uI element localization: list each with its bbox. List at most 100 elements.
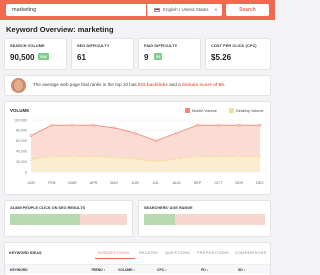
x-tick-label: MAR xyxy=(68,181,77,185)
sort-icon: ▾ xyxy=(103,268,106,272)
legend-desktop: Desktop Volume xyxy=(229,108,264,113)
tab-suggestions[interactable]: SUGGESTIONS xyxy=(98,251,129,255)
mobile-volume-point xyxy=(175,131,179,135)
column-pd[interactable]: PD▾ xyxy=(201,268,208,272)
y-tick-label: 100,000 xyxy=(14,118,27,122)
mobile-volume-point xyxy=(29,134,33,137)
column-keyword[interactable]: KEYWORD xyxy=(10,268,28,272)
mobile-volume-point xyxy=(71,123,74,127)
desktop-volume-point xyxy=(175,157,179,161)
seo-clicks-title: 24,889 PEOPLE CLICK ON SEO RESULTS xyxy=(10,206,86,210)
x-tick-label: SEP xyxy=(194,181,202,185)
metric-value: 90,500 xyxy=(10,53,35,62)
seo-clicks-fill xyxy=(10,214,81,225)
metric-value: 9 xyxy=(144,53,149,62)
keyword-overview-page: marketing English / United States ▼ Sear… xyxy=(0,0,275,275)
locale-select[interactable]: English / United States ▼ xyxy=(147,4,222,16)
keyword-ideas-card: KEYWORD IDEAS SUGGESTIONS RELATED QUESTI… xyxy=(4,242,271,275)
search-volume-card: SEARCH VOLUME 90,500 $$$ xyxy=(4,38,67,70)
volume-chart: 100,000 80,000 60,000 40,000 20,000 0 JAN FEB MA… xyxy=(14,118,264,185)
desktop-volume-point xyxy=(217,155,220,158)
column-cpc[interactable]: CPC▾ xyxy=(157,268,167,272)
metric-label: COST PER CLICK (CPC) xyxy=(211,44,257,48)
ranking-insight-banner: The average web page that ranks in the t… xyxy=(4,75,271,96)
desktop-volume-point xyxy=(71,155,74,158)
metric-value: 61 xyxy=(77,53,86,62)
sort-icon: ▾ xyxy=(133,268,136,272)
y-tick-label: 0 xyxy=(25,170,27,174)
volume-chart-card: VOLUME Mobile Volume Desktop Volume 100,… xyxy=(4,101,271,195)
x-tick-label: DEC xyxy=(256,181,264,185)
avatar xyxy=(11,78,26,93)
x-tick-label: MAY xyxy=(110,181,118,185)
x-tick-label: JAN xyxy=(27,181,34,185)
backlinks-highlight: 815 backlinks xyxy=(137,82,168,87)
sort-icon: ▾ xyxy=(243,268,246,272)
seo-difficulty-card: SEO DIFFICULTY 61 xyxy=(71,38,134,70)
age-range-bar xyxy=(144,214,265,225)
age-range-card: SEARCHERS' AGE RANGE xyxy=(138,200,271,237)
mobile-volume-point xyxy=(92,123,95,127)
chevron-down-icon: ▼ xyxy=(214,7,218,12)
search-input[interactable]: marketing xyxy=(6,4,146,16)
mobile-volume-point xyxy=(217,123,220,127)
tab-comparisons[interactable]: COMPARISONS xyxy=(235,251,267,255)
desktop-volume-point xyxy=(258,155,262,158)
mobile-volume-point xyxy=(196,123,199,127)
page-title: Keyword Overview: marketing xyxy=(6,25,114,34)
us-flag-icon xyxy=(154,7,160,12)
y-tick-label: 60,000 xyxy=(16,139,27,143)
cost-tag: $$ xyxy=(154,53,163,60)
search-bar: marketing English / United States ▼ Sear… xyxy=(0,0,275,20)
x-tick-label: AUG xyxy=(173,181,181,185)
x-tick-label: APR xyxy=(90,181,98,185)
desktop-volume-point xyxy=(154,160,158,163)
mobile-volume-point xyxy=(154,139,158,143)
x-tick-label: NOV xyxy=(235,181,244,185)
column-sd[interactable]: SD▾ xyxy=(238,268,245,272)
y-tick-label: 80,000 xyxy=(16,129,27,133)
keyword-ideas-title: KEYWORD IDEAS xyxy=(9,251,42,255)
desktop-swatch xyxy=(229,108,234,113)
x-tick-label: FEB xyxy=(48,181,56,185)
desktop-volume-point xyxy=(112,156,116,159)
x-tick-label: JUL xyxy=(153,181,160,185)
desktop-volume-point xyxy=(92,155,95,158)
cpc-card: COST PER CLICK (CPC) $5.26 xyxy=(205,38,271,70)
locale-label: English / United States xyxy=(163,7,209,12)
mobile-volume-point xyxy=(258,123,262,127)
age-range-title: SEARCHERS' AGE RANGE xyxy=(144,206,193,210)
metric-label: SEO DIFFICULTY xyxy=(77,44,110,48)
desktop-volume-point xyxy=(29,158,33,161)
mobile-volume-point xyxy=(50,123,54,127)
cost-tag: $$$ xyxy=(38,53,49,60)
insight-text: The average web page that ranks in the t… xyxy=(33,82,226,87)
y-tick-label: 40,000 xyxy=(16,150,27,154)
table-header: KEYWORD TREND▾ VOLUME▾ CPC▾ PD▾ SD▾ xyxy=(5,264,270,274)
metric-label: PAID DIFFICULTY xyxy=(144,44,178,48)
desktop-volume-point xyxy=(133,157,137,161)
column-trend[interactable]: TREND▾ xyxy=(91,268,105,272)
metric-label: SEARCH VOLUME xyxy=(10,44,45,48)
paid-difficulty-card: PAID DIFFICULTY 9 $$ xyxy=(138,38,201,70)
column-volume[interactable]: VOLUME▾ xyxy=(118,268,135,272)
y-tick-label: 20,000 xyxy=(16,160,27,164)
sort-icon: ▾ xyxy=(206,268,209,272)
mobile-volume-point xyxy=(112,126,116,130)
tab-questions[interactable]: QUESTIONS xyxy=(165,251,190,255)
seo-clicks-bar xyxy=(10,214,127,225)
tab-related[interactable]: RELATED xyxy=(139,251,158,255)
tab-prepositions[interactable]: PREPOSITIONS xyxy=(197,251,229,255)
domain-score-highlight: domain score of 86 xyxy=(181,82,224,87)
mobile-volume-point xyxy=(133,131,137,135)
mobile-swatch xyxy=(185,108,190,113)
desktop-volume-point xyxy=(196,155,199,158)
seo-clicks-card: 24,889 PEOPLE CLICK ON SEO RESULTS xyxy=(4,200,133,237)
desktop-volume-point xyxy=(237,155,241,158)
legend-mobile: Mobile Volume xyxy=(185,108,217,113)
mobile-volume-point xyxy=(237,123,241,127)
search-button[interactable]: Search xyxy=(226,4,269,16)
age-range-fill xyxy=(144,214,176,225)
sort-icon: ▾ xyxy=(165,268,167,272)
volume-title: VOLUME xyxy=(10,108,30,113)
